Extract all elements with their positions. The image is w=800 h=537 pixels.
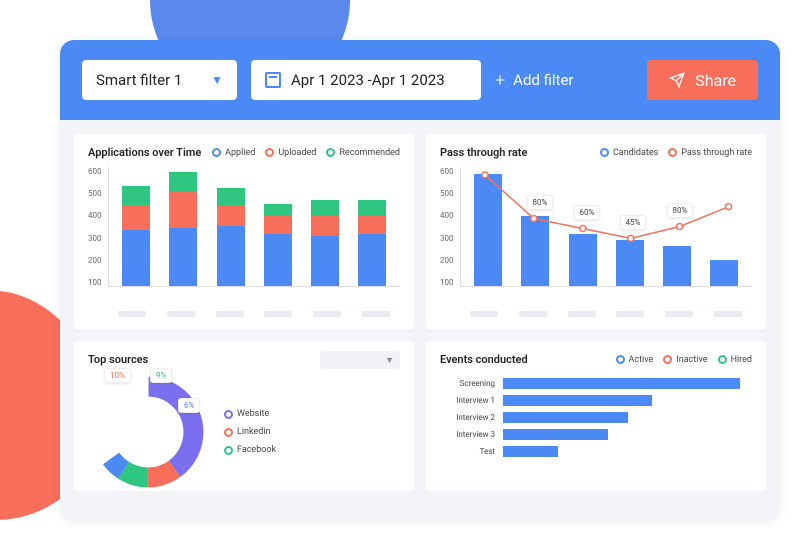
passthrough-card: Pass through rate Candidates Pass throug… (426, 134, 766, 329)
sources-card: Top sources ▼ 10% 9% 6% Website Link (74, 341, 414, 491)
x-axis-ticks (460, 311, 752, 317)
smart-filter-label: Smart filter 1 (96, 71, 182, 89)
panels-grid: Applications over Time Applied Uploaded … (60, 120, 780, 505)
applications-legend: Applied Uploaded Recommended (212, 148, 400, 158)
legend-dot-website (224, 410, 233, 419)
donut-label: 10% (104, 368, 131, 383)
legend-dot-candidates (600, 148, 609, 157)
legend-dot-linkedin (224, 428, 233, 437)
applications-card: Applications over Time Applied Uploaded … (74, 134, 414, 329)
events-card: Events conducted Active Inactive Hired S… (426, 341, 766, 491)
rate-label: 45% (620, 215, 647, 230)
date-range-value: Apr 1 2023 -Apr 1 2023 (291, 71, 445, 89)
dashboard-frame: Smart filter 1 ▼ Apr 1 2023 -Apr 1 2023 … (60, 40, 780, 520)
legend-dot-uploaded (265, 148, 274, 157)
share-label: Share (695, 71, 736, 90)
legend-dot-recommended (326, 148, 335, 157)
smart-filter-select[interactable]: Smart filter 1 ▼ (82, 60, 237, 100)
legend-dot-rate (668, 148, 677, 157)
legend-dot-facebook (224, 446, 233, 455)
rate-label: 60% (574, 205, 601, 220)
applications-chart: 600 500 400 300 200 100 (88, 167, 400, 307)
passthrough-title: Pass through rate (440, 146, 527, 159)
rate-label: 80% (667, 203, 694, 218)
passthrough-legend: Candidates Pass through rate (600, 148, 752, 158)
legend-dot-inactive (663, 355, 672, 364)
add-filter-label: Add filter (513, 71, 573, 89)
legend-dot-active (616, 355, 625, 364)
sources-legend: Website Linkedin Facebook (224, 409, 276, 455)
x-axis-ticks (108, 311, 400, 317)
add-filter-button[interactable]: + Add filter (495, 70, 574, 91)
y-axis: 600 500 400 300 200 100 (440, 167, 460, 287)
donut-label: 6% (178, 398, 200, 413)
events-title: Events conducted (440, 353, 528, 366)
chevron-down-icon: ▼ (385, 355, 394, 366)
chevron-down-icon: ▼ (211, 73, 223, 87)
events-legend: Active Inactive Hired (616, 355, 752, 365)
legend-dot-hired (718, 355, 727, 364)
rate-label: 80% (527, 195, 554, 210)
toolbar: Smart filter 1 ▼ Apr 1 2023 -Apr 1 2023 … (60, 40, 780, 120)
y-axis: 600 500 400 300 200 100 (88, 167, 108, 287)
sources-donut: 10% 9% 6% (88, 372, 208, 491)
share-button[interactable]: Share (647, 60, 758, 100)
legend-dot-applied (212, 148, 221, 157)
date-range-picker[interactable]: Apr 1 2023 -Apr 1 2023 (251, 60, 481, 100)
calendar-icon (265, 72, 281, 88)
events-chart: Screening Interview 1 Interview 2 Interv… (440, 374, 752, 457)
donut-label: 9% (150, 368, 172, 383)
paper-plane-icon (669, 72, 685, 88)
plus-icon: + (495, 70, 505, 91)
applications-title: Applications over Time (88, 146, 201, 159)
passthrough-chart: 600 500 400 300 200 100 (440, 167, 752, 307)
sources-filter-select[interactable]: ▼ (320, 351, 400, 369)
